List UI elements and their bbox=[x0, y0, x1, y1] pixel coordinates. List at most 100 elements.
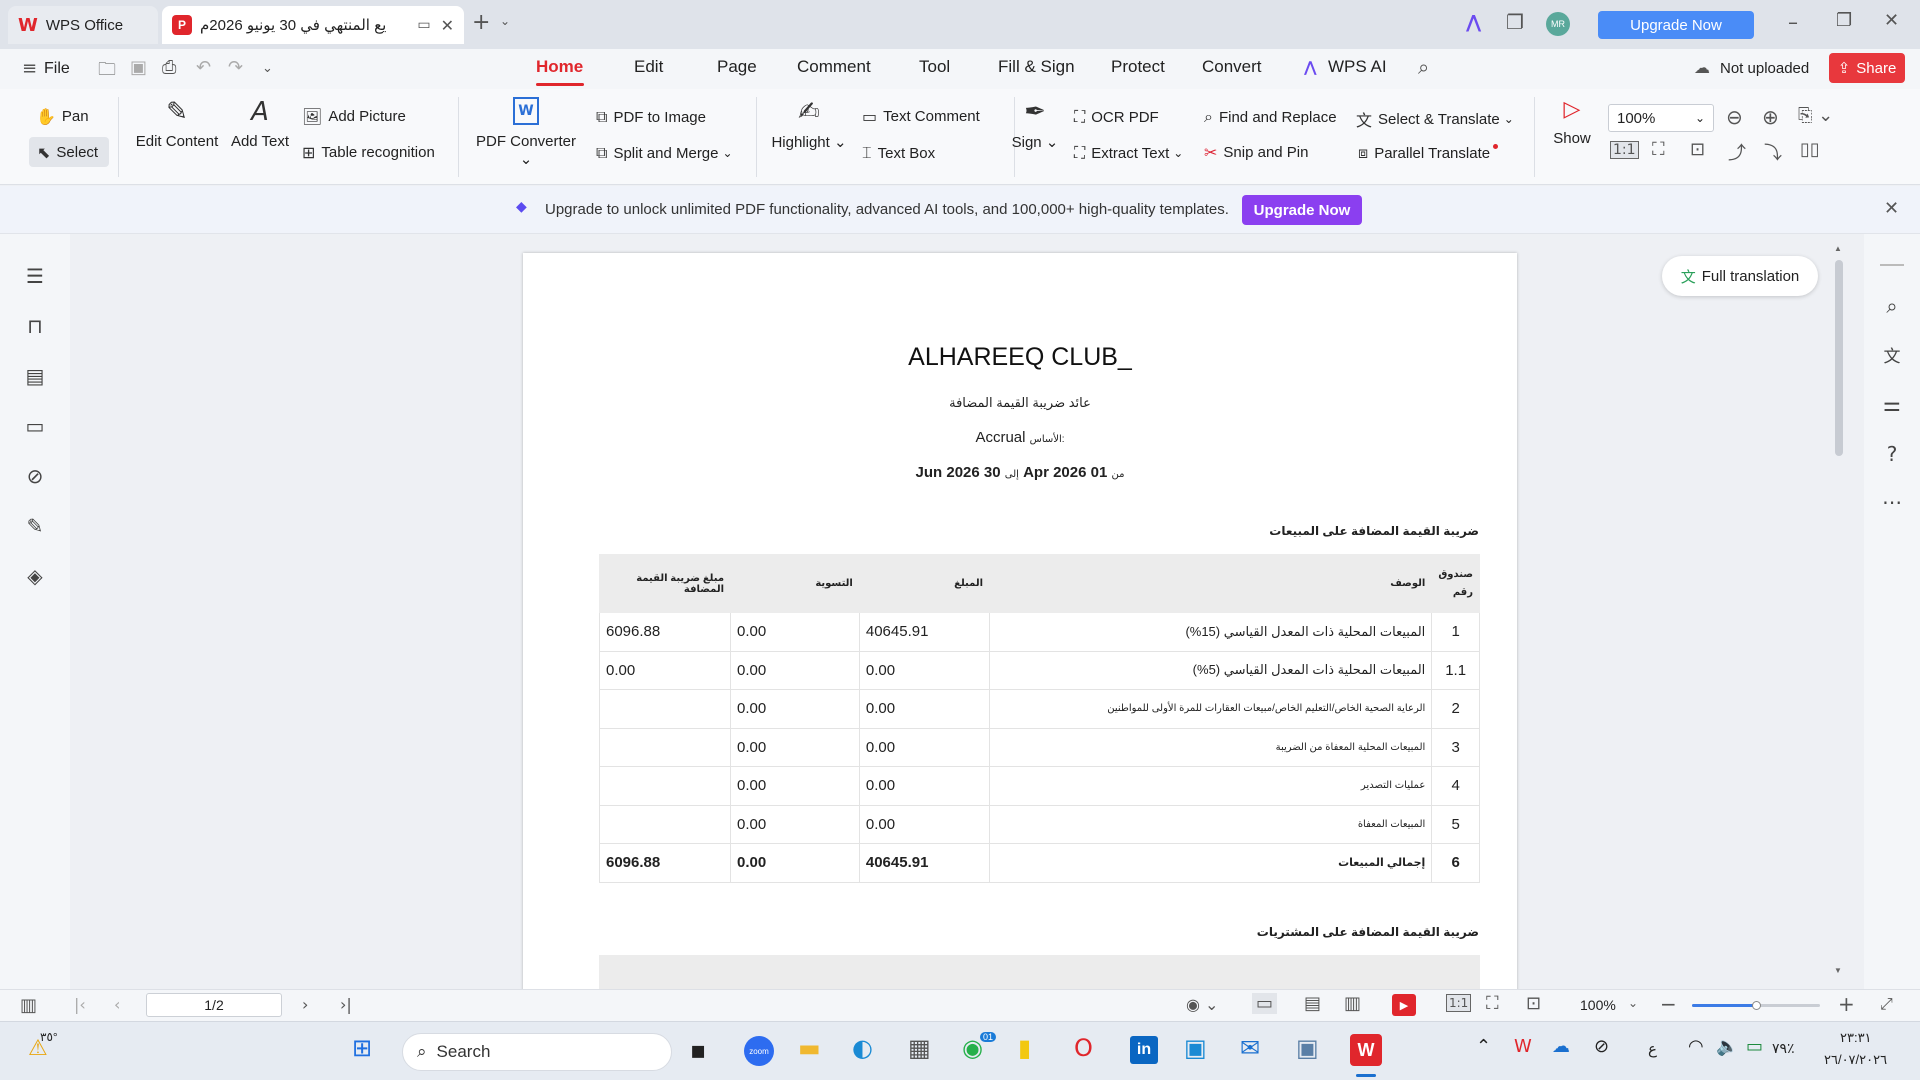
select-translate-button[interactable]: 文 Select & Translate ⌄ bbox=[1356, 107, 1514, 131]
opera-browser-icon[interactable]: O bbox=[1074, 1034, 1093, 1062]
single-page-icon[interactable]: ▭ bbox=[1252, 993, 1278, 1014]
status-zoom-value[interactable]: 100% bbox=[1580, 997, 1616, 1013]
banner-upgrade-button[interactable]: Upgrade Now bbox=[1242, 195, 1362, 225]
fit-page-icon[interactable]: ⛶ bbox=[1652, 139, 1665, 160]
text-box-button[interactable]: ⌶ Text Box bbox=[862, 143, 935, 163]
close-icon[interactable]: ✕ bbox=[441, 16, 454, 35]
book-view-icon[interactable]: ▯▯ bbox=[1800, 139, 1820, 160]
show-hidden-icons[interactable]: ⌃ bbox=[1476, 1036, 1491, 1057]
table-recognition-button[interactable]: ⊞ Table recognition bbox=[302, 143, 435, 162]
clock-date[interactable]: ٢٦/٠٧/٢٠٢٦ bbox=[1824, 1052, 1887, 1068]
sign-button[interactable]: ✒ Sign ⌄ bbox=[1010, 97, 1060, 151]
chevron-down-icon[interactable]: ⌄ bbox=[1628, 996, 1638, 1010]
meet-now-icon[interactable]: ⊘ bbox=[1594, 1036, 1609, 1057]
maximize-icon[interactable]: ❐ bbox=[1836, 10, 1852, 31]
rotate-left-icon[interactable]: ⤵ bbox=[1764, 139, 1782, 165]
vertical-scrollbar-track[interactable]: ▲ ▼ bbox=[1834, 244, 1844, 979]
prev-page-icon[interactable]: ‹ bbox=[114, 995, 120, 1014]
tab-convert[interactable]: Convert bbox=[1202, 57, 1262, 77]
eye-protection-icon[interactable]: ◉ ⌄ bbox=[1186, 995, 1218, 1014]
find-replace-button[interactable]: ⌕ Find and Replace bbox=[1204, 107, 1337, 127]
office-app-icon[interactable]: ▣ bbox=[1184, 1034, 1207, 1062]
page-settings-icon[interactable]: ⎘ ⌄ bbox=[1798, 105, 1833, 126]
tab-wps-office[interactable]: W WPS Office bbox=[8, 6, 158, 44]
pdf-converter-button[interactable]: W PDF Converter ⌄ bbox=[470, 97, 582, 168]
first-page-icon[interactable]: |‹ bbox=[74, 995, 86, 1014]
help-icon[interactable]: ? bbox=[1877, 442, 1907, 466]
close-banner-icon[interactable]: ✕ bbox=[1884, 198, 1899, 219]
signature-icon[interactable]: ✎ bbox=[20, 514, 50, 538]
fullscreen-icon[interactable]: ⤢ bbox=[1880, 994, 1893, 1014]
translate-icon[interactable]: 文 bbox=[1877, 342, 1907, 367]
zoom-select[interactable]: 100% ⌄ bbox=[1608, 104, 1714, 132]
split-merge-button[interactable]: ⧉ Split and Merge ⌄ bbox=[596, 143, 733, 163]
tab-wps-ai[interactable]: WPS AI bbox=[1328, 57, 1387, 77]
outline-icon[interactable]: ☰ bbox=[20, 264, 50, 288]
comment-icon[interactable]: ▭ bbox=[20, 414, 50, 438]
last-page-icon[interactable]: ›| bbox=[340, 995, 352, 1014]
zoom-in-icon[interactable]: + bbox=[1838, 992, 1855, 1016]
add-picture-button[interactable]: 🖼 Add Picture bbox=[302, 107, 406, 126]
search-icon[interactable]: ⌕ bbox=[1418, 55, 1429, 79]
wifi-icon[interactable]: ◠ bbox=[1688, 1036, 1704, 1057]
tab-home[interactable]: Home bbox=[536, 57, 583, 77]
continuous-page-icon[interactable]: ▤ bbox=[1304, 993, 1321, 1014]
two-page-icon[interactable]: ▥ bbox=[1344, 993, 1361, 1014]
close-window-icon[interactable]: ✕ bbox=[1884, 10, 1899, 31]
wps-taskbar-icon[interactable]: W bbox=[1350, 1034, 1382, 1066]
calculator-icon[interactable]: ▦ bbox=[908, 1034, 931, 1062]
more-chevron-icon[interactable]: ⌄ bbox=[262, 61, 273, 76]
zoom-slider-thumb[interactable] bbox=[1752, 1001, 1761, 1010]
fit-width-icon[interactable]: ⊡ bbox=[1526, 993, 1541, 1014]
avatar[interactable]: MR bbox=[1546, 12, 1570, 36]
zoom-out-icon[interactable]: − bbox=[1660, 992, 1677, 1016]
edge-browser-icon[interactable]: ◐ bbox=[852, 1034, 873, 1062]
zoom-app-icon[interactable]: zoom bbox=[744, 1036, 774, 1066]
show-button[interactable]: ▷ Show bbox=[1548, 97, 1596, 147]
next-page-icon[interactable]: › bbox=[302, 995, 308, 1014]
input-language[interactable]: ع bbox=[1648, 1040, 1657, 1058]
power-bi-icon[interactable]: ▮ bbox=[1018, 1034, 1031, 1062]
document-viewport[interactable]: ALHAREEQ CLUB_ عائد ضريبة القيمة المضافة… bbox=[70, 234, 1864, 989]
print-icon[interactable]: ⎙ bbox=[162, 57, 176, 78]
text-comment-button[interactable]: ▭ Text Comment bbox=[862, 107, 980, 126]
app-window-icon[interactable]: ▣ bbox=[1296, 1034, 1319, 1062]
window-restore-icon[interactable]: ❐ bbox=[1506, 10, 1524, 34]
sidebar-toggle-icon[interactable]: ▥ bbox=[20, 995, 37, 1016]
monitor-icon[interactable]: ▭ bbox=[417, 17, 430, 33]
actual-size-icon[interactable]: 1:1 bbox=[1446, 994, 1472, 1012]
zoom-slider[interactable] bbox=[1692, 1001, 1820, 1010]
undo-icon[interactable]: ↶ bbox=[196, 57, 211, 78]
rotate-icon[interactable]: ⤴ bbox=[1728, 139, 1746, 165]
attachment-icon[interactable]: ⊘ bbox=[20, 464, 50, 488]
edit-content-button[interactable]: ✎ Edit Content bbox=[132, 97, 222, 150]
tab-document[interactable]: P يع المنتهي في 30 يونيو 2026م ▭ ✕ bbox=[162, 6, 464, 44]
not-uploaded-status[interactable]: Not uploaded bbox=[1720, 60, 1809, 77]
taskbar-search-input[interactable]: ⌕ Search bbox=[402, 1033, 672, 1071]
tab-edit[interactable]: Edit bbox=[634, 57, 663, 77]
tab-fill-sign[interactable]: Fill & Sign bbox=[998, 57, 1075, 77]
wps-ai-icon[interactable]: ⋀ bbox=[1466, 12, 1481, 33]
tab-tool[interactable]: Tool bbox=[919, 57, 950, 77]
battery-icon[interactable]: ▭ bbox=[1746, 1036, 1763, 1057]
layers-icon[interactable]: ◈ bbox=[20, 564, 50, 588]
full-translation-button[interactable]: 文 Full translation bbox=[1662, 256, 1818, 296]
share-button[interactable]: ⇪ Share bbox=[1829, 53, 1905, 83]
onedrive-icon[interactable]: ☁ bbox=[1552, 1036, 1570, 1057]
scrollbar-thumb[interactable] bbox=[1835, 260, 1843, 456]
parallel-translate-button[interactable]: ⧈ Parallel Translate bbox=[1358, 143, 1499, 163]
slideshow-icon[interactable]: ▶ bbox=[1392, 994, 1416, 1016]
pdf-to-image-button[interactable]: ⧉ PDF to Image bbox=[596, 107, 706, 127]
actual-size-icon[interactable]: 1:1 bbox=[1610, 141, 1639, 159]
windows-start-icon[interactable]: ⊞ bbox=[352, 1034, 372, 1062]
add-text-button[interactable]: A Add Text bbox=[226, 97, 294, 150]
fit-page-icon[interactable]: ⛶ bbox=[1486, 993, 1499, 1014]
redo-icon[interactable]: ↷ bbox=[228, 57, 243, 78]
upgrade-now-button[interactable]: Upgrade Now bbox=[1598, 11, 1754, 39]
file-menu[interactable]: File bbox=[44, 60, 70, 78]
tab-comment[interactable]: Comment bbox=[797, 57, 871, 77]
scroll-down-icon[interactable]: ▼ bbox=[1834, 966, 1842, 975]
fit-width-icon[interactable]: ⊡ bbox=[1690, 139, 1705, 160]
highlight-button[interactable]: ✍ Highlight ⌄ bbox=[766, 97, 852, 151]
settings-sliders-icon[interactable]: ⚌ bbox=[1877, 392, 1907, 416]
